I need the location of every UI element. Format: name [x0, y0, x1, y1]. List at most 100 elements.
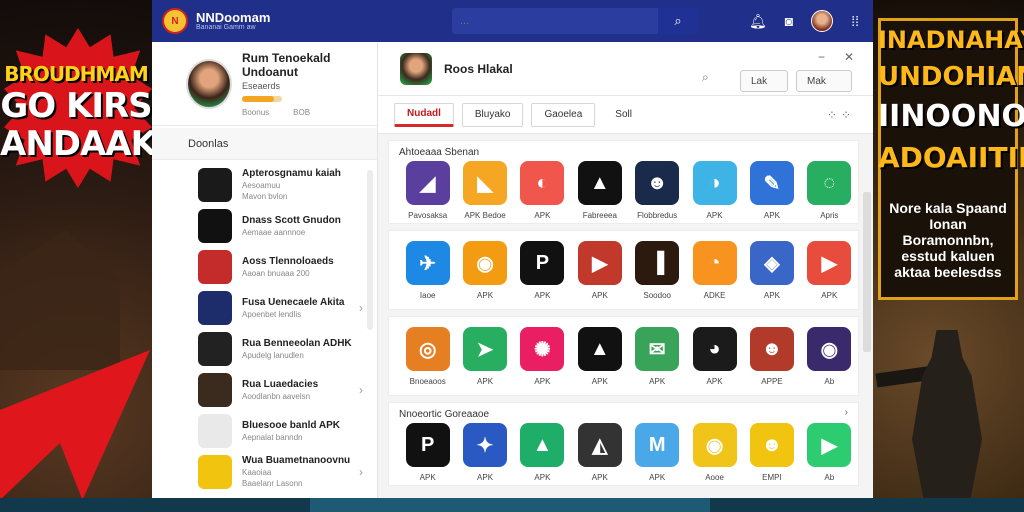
app-tile-label: APK: [763, 211, 780, 220]
app-tile[interactable]: ➤ APK: [456, 327, 513, 386]
profile-avatar[interactable]: [186, 58, 233, 109]
app-tile[interactable]: ◔ ADKE: [686, 241, 743, 300]
top-navbar: N NNDoomam Bananai Gamm aw ⌕ 🔔︎ ◙ ⁞⁞: [152, 0, 873, 42]
sidebar-item-subtitle: Aaoan bnuaaa 200: [242, 268, 310, 278]
red-arrow-shape: [0, 350, 150, 500]
app-tile[interactable]: ▐ Soodoo: [629, 241, 686, 300]
app-tile[interactable]: ✈ Iaoe: [399, 241, 456, 300]
app-icon: ▲: [577, 161, 622, 205]
app-tile[interactable]: ☻ EMPI: [743, 423, 800, 482]
user-avatar[interactable]: [811, 10, 834, 32]
app-icon: ✺: [520, 327, 565, 371]
app-tile[interactable]: ▲ Fabreeea: [571, 161, 628, 220]
banner-left-line-3: ANDAAK: [0, 124, 152, 164]
tab-soll[interactable]: Soll: [603, 102, 644, 127]
app-tile[interactable]: ▶ APK: [571, 241, 628, 300]
app-tile[interactable]: ◉ APK: [456, 241, 513, 300]
chat-icon[interactable]: ◙: [785, 13, 793, 29]
app-tile-label: Apris: [820, 211, 839, 220]
header-button-1[interactable]: Lak: [740, 70, 788, 92]
header-button-2[interactable]: Mak: [796, 70, 852, 92]
sidebar-item-meta: Mavon bvlon: [242, 192, 288, 201]
app-tile[interactable]: ✉ APK: [629, 327, 686, 386]
app-tile[interactable]: ✎ APK: [743, 161, 800, 220]
section-label-text: Ahtoeaaa Sbenan: [399, 147, 480, 158]
app-tile[interactable]: ◑ APK: [686, 161, 743, 220]
content-scrollbar[interactable]: [863, 192, 871, 352]
app-icon: ◐: [520, 161, 565, 205]
app-tile[interactable]: ◣ APK Bedoe: [456, 161, 513, 220]
grid-icon[interactable]: ⁞⁞: [851, 13, 859, 29]
app-tile[interactable]: ▶ Ab: [801, 423, 858, 482]
app-tile-label: APK: [477, 291, 494, 300]
tab-nudadl[interactable]: Nudadl: [394, 102, 454, 127]
app-tile[interactable]: ▲ APK: [514, 423, 571, 482]
minimize-icon[interactable]: −: [818, 50, 825, 64]
app-tile[interactable]: ✦ APK: [456, 423, 513, 482]
app-icon: ☻: [749, 327, 794, 371]
sidebar-item[interactable]: Apterosgnamu kaiah Aesoamuu Mavon bvlon: [152, 164, 377, 205]
app-icon: P: [405, 423, 450, 467]
logo-letter: N: [171, 15, 179, 27]
sidebar-item[interactable]: Fusa Uenecaele Akita Apoenbet lendlis ›: [152, 287, 377, 328]
app-icon: ✈: [405, 241, 450, 285]
more-icon[interactable]: ⁘⁘: [827, 108, 855, 122]
app-tile[interactable]: M APK: [629, 423, 686, 482]
app-icon: ◔: [692, 241, 737, 285]
app-tile[interactable]: P APK: [399, 423, 456, 482]
app-glyph-icon: ✦: [476, 434, 494, 457]
app-tile-label: APK: [649, 377, 666, 386]
app-icon: [198, 290, 232, 325]
app-tile-label: APK: [534, 473, 551, 482]
app-icon: ◢: [405, 161, 450, 205]
app-tile[interactable]: ☻ Flobbredus: [629, 161, 686, 220]
chevron-right-icon[interactable]: ›: [359, 383, 363, 397]
sidebar-item[interactable]: Dnass Scott Gnudon Aemaae aannnoe: [152, 205, 377, 246]
chevron-right-icon[interactable]: ›: [359, 301, 363, 315]
app-title: NNDoomam: [196, 10, 271, 25]
app-tile[interactable]: ◉ Aooe: [686, 423, 743, 482]
app-glyph-icon: ◈: [764, 252, 780, 275]
app-sections: Ahtoeaaa Sbenan ◢ Pavosaksa ◣ APK Bedoe ◐ APK ▲…: [378, 140, 873, 486]
app-tile[interactable]: ◈ APK: [743, 241, 800, 300]
app-tile[interactable]: ◭ APK: [571, 423, 628, 482]
app-tile[interactable]: ◕ APK: [686, 327, 743, 386]
app-tile[interactable]: ☻ APPE: [743, 327, 800, 386]
close-icon[interactable]: ✕: [844, 50, 854, 64]
app-tile[interactable]: ◐ APK: [514, 161, 571, 220]
app-icon: ☻: [635, 161, 680, 205]
app-glyph-icon: P: [421, 433, 435, 456]
app-tile[interactable]: ◌ Apris: [801, 161, 858, 220]
app-icon: [198, 454, 232, 489]
chevron-right-icon[interactable]: ›: [845, 407, 848, 418]
app-icon: ◉: [692, 423, 737, 467]
app-tile[interactable]: ◎ Bnoeaoos: [399, 327, 456, 386]
tab-gaoelea[interactable]: Gaoelea: [531, 102, 596, 127]
sidebar-item[interactable]: Rua Luaedacies Aoodlanbn aavelsn ›: [152, 369, 377, 410]
header-search-icon[interactable]: ⌕: [702, 70, 709, 85]
tab-bluyako[interactable]: Bluyako: [461, 102, 524, 127]
app-icon: M: [635, 423, 680, 467]
content-header: Roos Hlakal ⌕ Lak Mak − ✕: [378, 42, 873, 96]
sidebar-item[interactable]: Wua Buametnanoovnu Kaaoiaa Baaelanr Lasonn…: [152, 451, 377, 492]
app-glyph-icon: ◉: [476, 252, 494, 275]
app-tile[interactable]: ◉ Ab: [801, 327, 858, 386]
chevron-right-icon[interactable]: ›: [359, 465, 363, 479]
sidebar-item[interactable]: Bluesooe banld APK Aepnalat banndn: [152, 410, 377, 451]
app-tile[interactable]: P APK: [514, 241, 571, 300]
bell-icon[interactable]: 🔔︎: [749, 13, 767, 30]
app-logo[interactable]: N: [162, 8, 188, 34]
app-tile[interactable]: ◢ Pavosaksa: [399, 161, 456, 220]
app-glyph-icon: ☻: [646, 171, 668, 194]
sidebar-scrollbar[interactable]: [367, 170, 373, 330]
app-tile[interactable]: ▲ APK: [571, 327, 628, 386]
sidebar-item[interactable]: Aoss Tlennoloaeds Aaoan bnuaaa 200: [152, 246, 377, 287]
app-tile[interactable]: ▶ APK: [801, 241, 858, 300]
search-input[interactable]: [452, 15, 658, 27]
app-tile-label: Flobbredus: [637, 211, 678, 220]
search-button[interactable]: ⌕: [658, 8, 698, 34]
bottom-strip-segment: [310, 498, 710, 512]
sidebar-item[interactable]: Rua Benneeolan ADHK Apudelg lanudlen: [152, 328, 377, 369]
app-icon: ◌: [807, 161, 852, 205]
app-tile[interactable]: ✺ APK: [514, 327, 571, 386]
